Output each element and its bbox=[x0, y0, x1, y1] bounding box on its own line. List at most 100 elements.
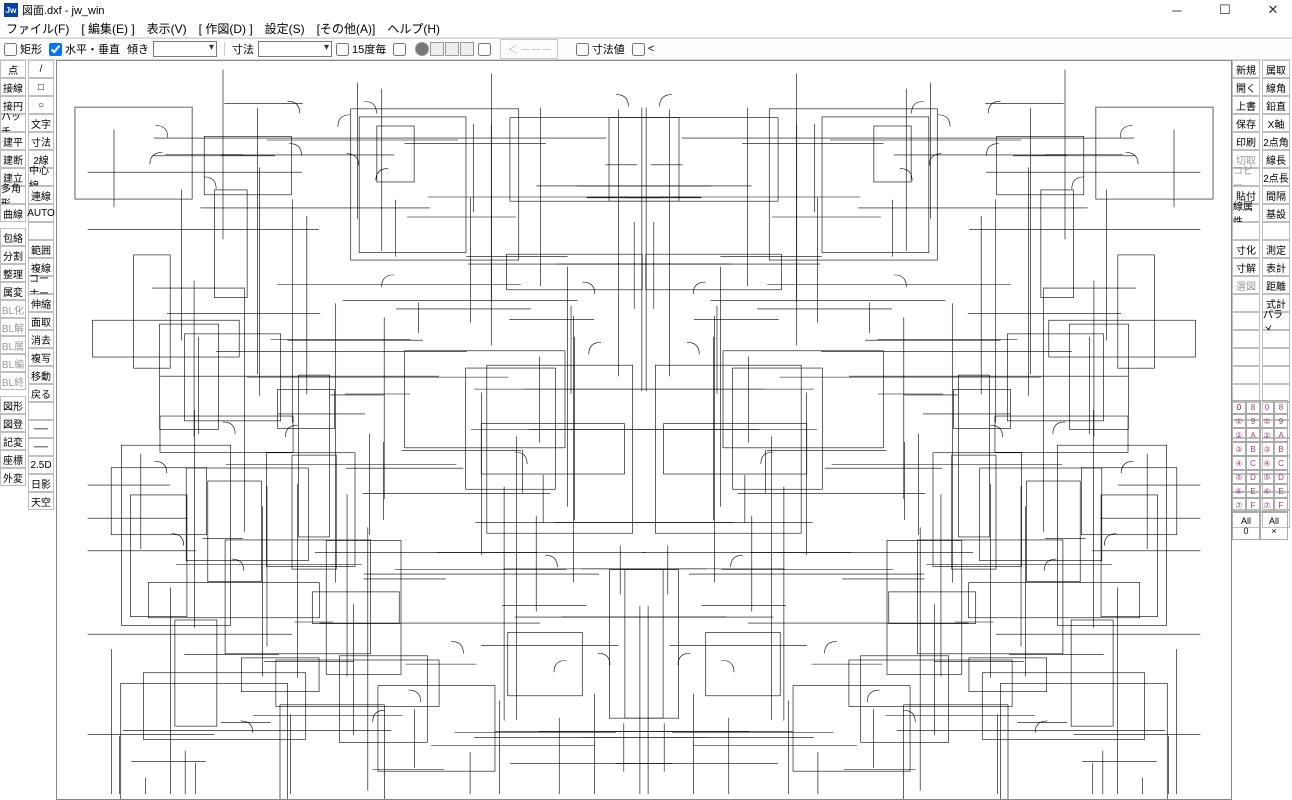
right2-btn-2[interactable]: 鉛直 bbox=[1262, 96, 1290, 114]
right1-btn-12[interactable]: 選図 bbox=[1232, 276, 1260, 294]
left1-btn-12[interactable]: 整理 bbox=[0, 264, 26, 282]
layer-cell-1-1[interactable]: 9 bbox=[1246, 414, 1260, 428]
layer-cell-1-0[interactable]: ① bbox=[1232, 414, 1246, 428]
arrow-checkbox[interactable] bbox=[478, 43, 491, 56]
layer-cell-0-3[interactable]: 8 bbox=[1274, 400, 1288, 414]
left2-btn-20[interactable]: ── bbox=[28, 420, 54, 438]
left1-btn-15[interactable]: BL解 bbox=[0, 318, 26, 336]
right1-btn-11[interactable]: 寸解 bbox=[1232, 258, 1260, 276]
layer-cell-4-3[interactable]: C bbox=[1274, 456, 1288, 470]
menu-file[interactable]: ファイル(F) bbox=[6, 20, 69, 37]
left2-btn-14[interactable]: 面取 bbox=[28, 312, 54, 330]
layer-cell-0-1[interactable]: 8 bbox=[1246, 400, 1260, 414]
maximize-button[interactable]: ☐ bbox=[1210, 1, 1240, 19]
left2-btn-21[interactable]: ── bbox=[28, 438, 54, 456]
right1-btn-3[interactable]: 保存 bbox=[1232, 114, 1260, 132]
deg15-checkbox[interactable] bbox=[336, 43, 349, 56]
arrow-strip[interactable]: ＜ ─ ─ ─ bbox=[500, 39, 558, 59]
layer-cell-4-0[interactable]: ④ bbox=[1232, 456, 1246, 470]
layer-cell-7-1[interactable]: F bbox=[1246, 498, 1260, 512]
right2-btn-3[interactable]: X軸 bbox=[1262, 114, 1290, 132]
left2-btn-16[interactable]: 複写 bbox=[28, 348, 54, 366]
layer-cell-6-3[interactable]: E bbox=[1274, 484, 1288, 498]
left1-btn-4[interactable]: 建平 bbox=[0, 132, 26, 150]
layer-cell-3-0[interactable]: ③ bbox=[1232, 442, 1246, 456]
layer-cell-4-1[interactable]: C bbox=[1246, 456, 1260, 470]
left1-btn-18[interactable]: BL終 bbox=[0, 372, 26, 390]
layer-cell-5-0[interactable]: ⑤ bbox=[1232, 470, 1246, 484]
hv-checkbox[interactable] bbox=[49, 43, 62, 56]
left2-btn-13[interactable]: 伸縮 bbox=[28, 294, 54, 312]
right1-btn-8[interactable]: 線属性 bbox=[1232, 204, 1260, 222]
rect-checkbox[interactable] bbox=[4, 43, 17, 56]
left1-btn-0[interactable]: 点 bbox=[0, 60, 26, 78]
left1-btn-11[interactable]: 分割 bbox=[0, 246, 26, 264]
left1-btn-7[interactable]: 多角形 bbox=[0, 186, 26, 204]
left1-btn-21[interactable]: 図登 bbox=[0, 414, 26, 432]
layer-cell-3-1[interactable]: B bbox=[1246, 442, 1260, 456]
menu-view[interactable]: 表示(V) bbox=[147, 20, 187, 37]
left2-btn-4[interactable]: 寸法 bbox=[28, 132, 54, 150]
right2-btn-6[interactable]: 2点長 bbox=[1262, 168, 1290, 186]
layer-cell-1-2[interactable]: ① bbox=[1260, 414, 1274, 428]
layer-cell-5-3[interactable]: D bbox=[1274, 470, 1288, 484]
right1-btn-2[interactable]: 上書 bbox=[1232, 96, 1260, 114]
left1-btn-14[interactable]: BL化 bbox=[0, 300, 26, 318]
left2-btn-8[interactable]: AUTO bbox=[28, 204, 54, 222]
minimize-button[interactable]: ─ bbox=[1162, 1, 1192, 19]
drawing-canvas[interactable] bbox=[56, 60, 1232, 800]
layer-cell-3-2[interactable]: ③ bbox=[1260, 442, 1274, 456]
right1-btn-1[interactable]: 開く bbox=[1232, 78, 1260, 96]
left2-btn-22[interactable]: 2.5D bbox=[28, 456, 54, 474]
right2-btn-10[interactable]: 測定 bbox=[1262, 240, 1290, 258]
right2-btn-8[interactable]: 基設 bbox=[1262, 204, 1290, 222]
layer-all-x[interactable]: All× bbox=[1260, 512, 1288, 540]
layer-cell-2-3[interactable]: A bbox=[1274, 428, 1288, 442]
left1-btn-16[interactable]: BL属 bbox=[0, 336, 26, 354]
slope-combo[interactable] bbox=[153, 41, 217, 57]
layer-cell-7-2[interactable]: ⑦ bbox=[1260, 498, 1274, 512]
left1-btn-20[interactable]: 図形 bbox=[0, 396, 26, 414]
left2-btn-10[interactable]: 範囲 bbox=[28, 240, 54, 258]
layer-cell-1-3[interactable]: 9 bbox=[1274, 414, 1288, 428]
right2-btn-11[interactable]: 表計 bbox=[1262, 258, 1290, 276]
right1-btn-6[interactable]: コピー bbox=[1232, 168, 1260, 186]
left2-btn-12[interactable]: コーナー bbox=[28, 276, 54, 294]
menu-settings[interactable]: 設定(S) bbox=[265, 20, 305, 37]
left1-btn-3[interactable]: ハッチ bbox=[0, 114, 26, 132]
close-button[interactable]: ✕ bbox=[1258, 1, 1288, 19]
layer-cell-2-1[interactable]: A bbox=[1246, 428, 1260, 442]
left1-btn-5[interactable]: 建断 bbox=[0, 150, 26, 168]
dash-strip[interactable] bbox=[415, 42, 474, 56]
menu-draw[interactable]: [ 作図(D) ] bbox=[199, 20, 253, 37]
menu-help[interactable]: ヘルプ(H) bbox=[387, 20, 440, 37]
layer-cell-0-0[interactable]: 0 bbox=[1232, 400, 1246, 414]
layer-all[interactable]: All0 bbox=[1232, 512, 1260, 540]
layer-cell-6-1[interactable]: E bbox=[1246, 484, 1260, 498]
lt-checkbox[interactable] bbox=[632, 43, 645, 56]
left2-btn-17[interactable]: 移動 bbox=[28, 366, 54, 384]
right1-btn-4[interactable]: 印刷 bbox=[1232, 132, 1260, 150]
left2-btn-3[interactable]: 文字 bbox=[28, 114, 54, 132]
left1-btn-8[interactable]: 曲線 bbox=[0, 204, 26, 222]
left2-btn-7[interactable]: 連線 bbox=[28, 186, 54, 204]
left2-btn-24[interactable]: 天空 bbox=[28, 492, 54, 510]
right2-btn-12[interactable]: 距離 bbox=[1262, 276, 1290, 294]
layer-cell-6-2[interactable]: ⑥ bbox=[1260, 484, 1274, 498]
right1-btn-10[interactable]: 寸化 bbox=[1232, 240, 1260, 258]
left2-btn-6[interactable]: 中心線 bbox=[28, 168, 54, 186]
layer-cell-7-3[interactable]: F bbox=[1274, 498, 1288, 512]
left2-btn-0[interactable]: / bbox=[28, 60, 54, 78]
menu-other[interactable]: [その他(A)] bbox=[317, 20, 376, 37]
right1-btn-0[interactable]: 新規 bbox=[1232, 60, 1260, 78]
right2-btn-1[interactable]: 線角 bbox=[1262, 78, 1290, 96]
dash-checkbox[interactable] bbox=[393, 43, 406, 56]
left2-btn-23[interactable]: 日影 bbox=[28, 474, 54, 492]
right2-btn-5[interactable]: 線長 bbox=[1262, 150, 1290, 168]
right2-btn-4[interactable]: 2点角 bbox=[1262, 132, 1290, 150]
layer-cell-7-0[interactable]: ⑦ bbox=[1232, 498, 1246, 512]
layer-cell-3-3[interactable]: B bbox=[1274, 442, 1288, 456]
layer-cell-6-0[interactable]: ⑥ bbox=[1232, 484, 1246, 498]
right2-btn-0[interactable]: 属取 bbox=[1262, 60, 1290, 78]
layer-cell-5-2[interactable]: ⑤ bbox=[1260, 470, 1274, 484]
